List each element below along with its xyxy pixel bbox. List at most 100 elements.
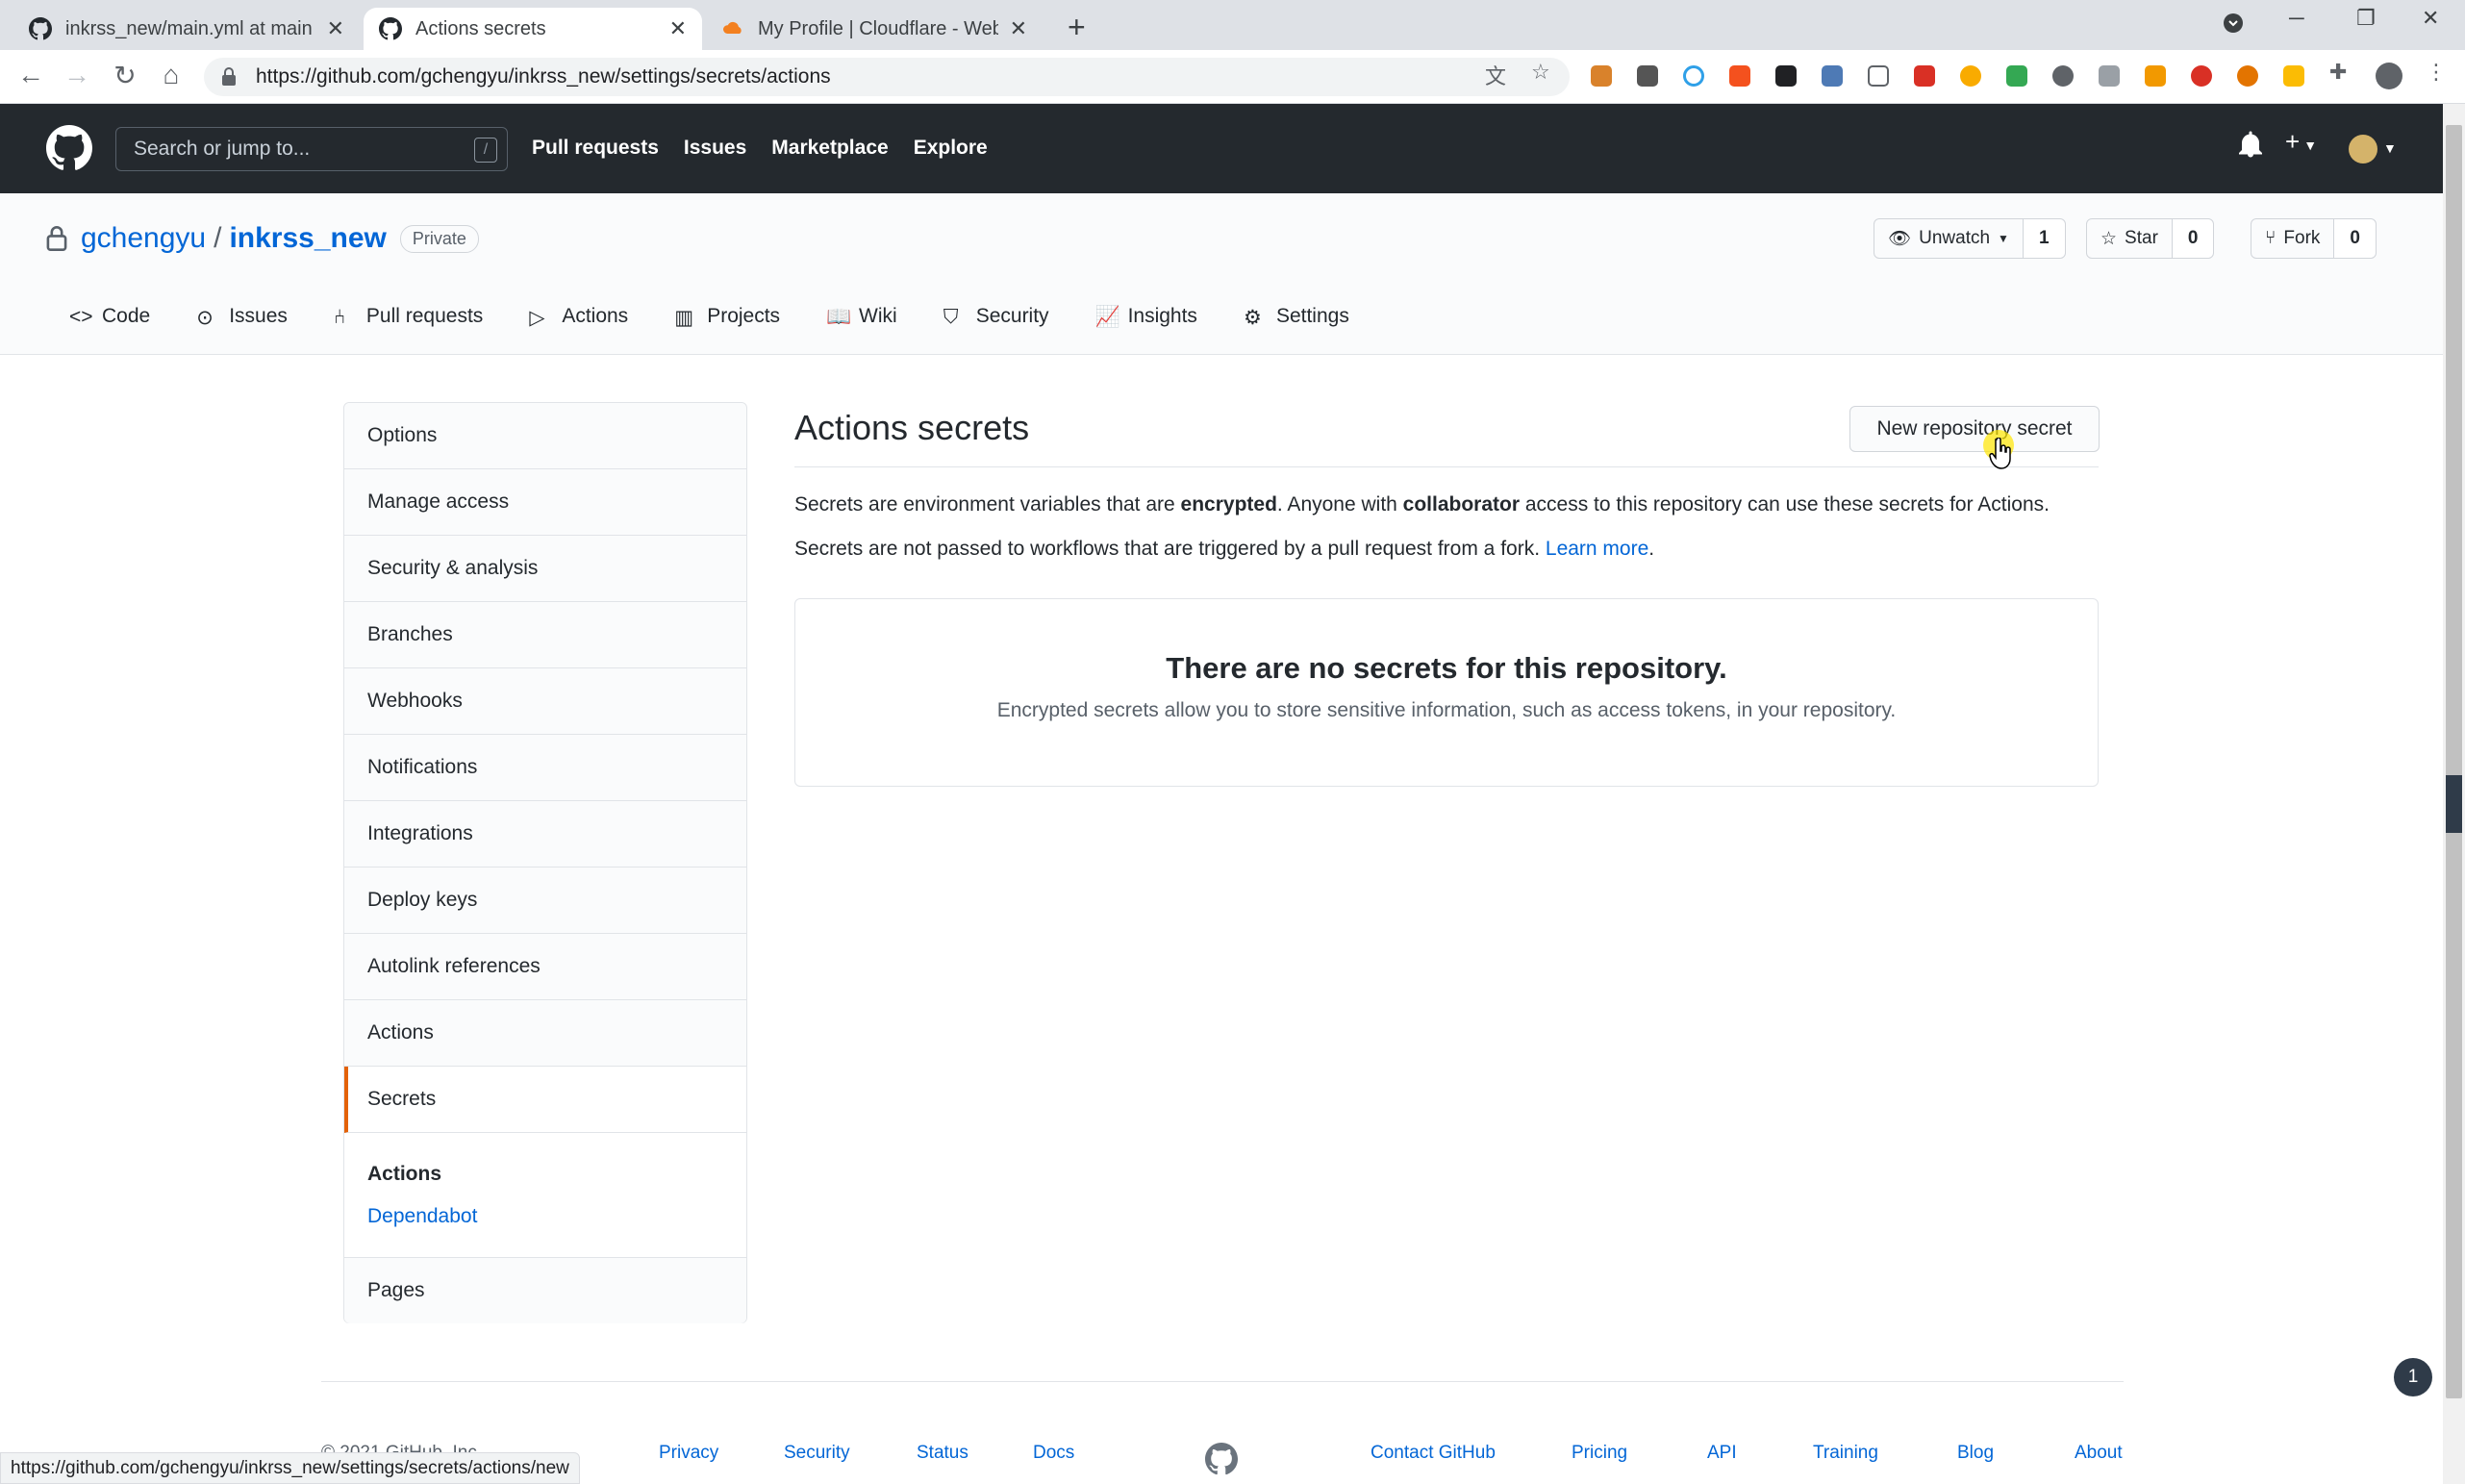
footer-link-docs[interactable]: Docs: [1033, 1443, 1074, 1464]
chevron-down-icon[interactable]: ▼: [2383, 140, 2397, 156]
star-count[interactable]: 0: [2172, 219, 2214, 258]
footer-link-about[interactable]: About: [2075, 1443, 2123, 1464]
issue-opened-icon: ⊙: [196, 307, 214, 329]
notifications-bell-icon[interactable]: [2239, 131, 2262, 164]
extension-icon[interactable]: [1868, 65, 1889, 87]
tab-actions[interactable]: ▷ Actions: [529, 305, 628, 329]
learn-more-link[interactable]: Learn more: [1546, 538, 1648, 560]
close-icon[interactable]: ✕: [327, 16, 344, 41]
new-repository-secret-button[interactable]: New repository secret: [1849, 406, 2100, 452]
sidebar-subitem-dependabot[interactable]: Dependabot: [367, 1205, 477, 1228]
sidebar-item-deploy-keys[interactable]: Deploy keys: [344, 868, 746, 934]
nav-marketplace[interactable]: Marketplace: [771, 137, 888, 160]
desc-text: .: [1648, 538, 1655, 560]
sidebar-item-pages[interactable]: Pages: [344, 1257, 746, 1323]
sidebar-item-branches[interactable]: Branches: [344, 602, 746, 668]
tab-code[interactable]: <> Code: [69, 305, 150, 328]
sidebar-subitem-actions[interactable]: Actions: [367, 1163, 441, 1186]
sidebar-item-autolink-references[interactable]: Autolink references: [344, 934, 746, 1000]
extension-icon[interactable]: [1591, 65, 1612, 87]
sidebar-item-options[interactable]: Options: [344, 403, 746, 469]
extension-icon[interactable]: [2145, 65, 2166, 87]
footer-link-pricing[interactable]: Pricing: [1572, 1443, 1627, 1464]
extension-icon[interactable]: [1914, 65, 1935, 87]
footer-link-api[interactable]: API: [1707, 1443, 1737, 1464]
extension-icon[interactable]: [2099, 65, 2120, 87]
sidebar-item-webhooks[interactable]: Webhooks: [344, 668, 746, 735]
address-bar[interactable]: https://github.com/gchengyu/inkrss_new/s…: [204, 58, 1570, 96]
repo-header: gchengyu / inkrss_new Private 👁 Unwatch ▼ …: [0, 193, 2443, 355]
create-new-plus-icon[interactable]: + ▼: [2285, 127, 2317, 157]
nav-issues[interactable]: Issues: [684, 137, 746, 160]
extension-icon[interactable]: [2191, 65, 2212, 87]
extension-icon[interactable]: [1683, 65, 1704, 87]
new-tab-plus-icon[interactable]: +: [1068, 10, 1086, 45]
sidebar-item-secrets[interactable]: Secrets: [344, 1067, 746, 1133]
repo-name-link[interactable]: inkrss_new: [229, 222, 386, 255]
close-icon[interactable]: ✕: [669, 16, 687, 41]
search-input[interactable]: Search or jump to... /: [115, 127, 508, 171]
bookmark-star-icon[interactable]: ☆: [1531, 60, 1550, 85]
page-title: Actions secrets: [794, 408, 1030, 447]
footer-link-status[interactable]: Status: [917, 1443, 968, 1464]
tab-security[interactable]: ⛉ Security: [943, 305, 1049, 328]
extension-icon[interactable]: [2237, 65, 2258, 87]
kebab-menu-icon[interactable]: ⋮: [2426, 60, 2447, 85]
restore-icon[interactable]: ❐: [2356, 6, 2376, 31]
translate-icon[interactable]: 文: [1485, 60, 1506, 90]
github-logo-icon[interactable]: [46, 125, 92, 171]
extension-icon[interactable]: [1822, 65, 1843, 87]
notification-count-badge[interactable]: 1: [2394, 1358, 2432, 1396]
graph-icon: 📈: [1094, 306, 1120, 328]
back-arrow-icon[interactable]: ←: [13, 60, 48, 90]
profile-avatar-icon[interactable]: [2376, 63, 2402, 89]
home-icon[interactable]: ⌂: [154, 60, 189, 90]
window-close-icon[interactable]: ✕: [2422, 6, 2439, 31]
status-bar-url: https://github.com/gchengyu/inkrss_new/s…: [0, 1452, 580, 1484]
tab-pull-requests[interactable]: ⑃ Pull requests: [334, 305, 483, 328]
sidebar-item-integrations[interactable]: Integrations: [344, 801, 746, 868]
extension-icon[interactable]: [1637, 65, 1658, 87]
extension-icon[interactable]: [1960, 65, 1981, 87]
extension-icon[interactable]: [2283, 65, 2304, 87]
footer-link-security[interactable]: Security: [784, 1443, 850, 1464]
reload-icon[interactable]: ↻: [108, 60, 142, 91]
tab-issues[interactable]: ⊙ Issues: [196, 305, 288, 329]
extension-icon[interactable]: [2052, 65, 2074, 87]
extension-icon[interactable]: [1775, 65, 1797, 87]
browser-tab-main-yml[interactable]: inkrss_new/main.yml at main · ✕: [13, 8, 360, 50]
extension-icon[interactable]: [1729, 65, 1750, 87]
extensions-puzzle-icon[interactable]: ✚: [2329, 60, 2347, 85]
sidebar-item-notifications[interactable]: Notifications: [344, 735, 746, 801]
nav-pull-requests[interactable]: Pull requests: [532, 137, 659, 160]
tab-search-icon[interactable]: [2222, 12, 2245, 40]
browser-tab-actions-secrets[interactable]: Actions secrets ✕: [364, 8, 702, 50]
sidebar-item-manage-access[interactable]: Manage access: [344, 469, 746, 536]
user-avatar[interactable]: [2349, 135, 2377, 163]
extension-icon[interactable]: [2006, 65, 2027, 87]
sidebar-item-security-analysis[interactable]: Security & analysis: [344, 536, 746, 602]
browser-tab-cloudflare[interactable]: My Profile | Cloudflare - Web P ✕: [706, 8, 1043, 50]
page-scrollbar-thumb[interactable]: [2446, 125, 2462, 1398]
footer-link-training[interactable]: Training: [1813, 1443, 1878, 1464]
watch-count[interactable]: 1: [2023, 219, 2065, 258]
minimize-icon[interactable]: ─: [2289, 6, 2304, 31]
github-footer-logo-icon[interactable]: [1205, 1443, 1238, 1475]
footer-link-privacy[interactable]: Privacy: [659, 1443, 718, 1464]
tab-wiki[interactable]: 📖 Wiki: [826, 305, 897, 328]
footer-link-blog[interactable]: Blog: [1957, 1443, 1994, 1464]
forward-arrow-icon[interactable]: →: [60, 60, 94, 90]
tab-projects[interactable]: ▥ Projects: [674, 305, 780, 329]
nav-explore[interactable]: Explore: [914, 137, 988, 160]
tab-settings[interactable]: ⚙ Settings: [1243, 305, 1349, 329]
gear-icon: ⚙: [1243, 307, 1262, 329]
fork-button[interactable]: ⑂ Fork 0: [2251, 218, 2377, 259]
fork-count[interactable]: 0: [2334, 219, 2376, 258]
watch-button[interactable]: 👁 Unwatch ▼ 1: [1874, 218, 2066, 259]
close-icon[interactable]: ✕: [1010, 16, 1027, 41]
sidebar-item-actions[interactable]: Actions: [344, 1000, 746, 1067]
repo-owner-link[interactable]: gchengyu: [81, 222, 206, 255]
star-button[interactable]: ☆ Star 0: [2086, 218, 2215, 259]
footer-link-contact[interactable]: Contact GitHub: [1371, 1443, 1496, 1464]
tab-insights[interactable]: 📈 Insights: [1095, 305, 1197, 328]
